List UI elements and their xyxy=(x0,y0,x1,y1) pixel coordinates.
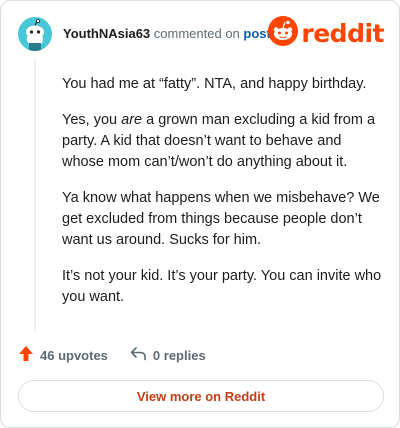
comment-paragraph: You had me at “fatty”. NTA, and happy bi… xyxy=(62,76,367,92)
comment-meta: YouthNAsia63 commented on post xyxy=(63,26,271,42)
comment-header: YouthNAsia63 commented on post reddit xyxy=(18,15,384,51)
upvote-count: 46 upvotes xyxy=(40,347,108,363)
comment-paragraph: It’s not your kid. It’s your party. You … xyxy=(62,268,382,305)
reply-button[interactable]: 0 replies xyxy=(130,346,206,364)
embedded-comment-card: YouthNAsia63 commented on post reddit Yo… xyxy=(0,0,400,428)
reddit-wordmark: reddit xyxy=(301,18,384,48)
comment-body: You had me at “fatty”. NTA, and happy bi… xyxy=(62,74,384,323)
reply-count: 0 replies xyxy=(152,347,206,363)
comment-actions: 46 upvotes 0 replies xyxy=(18,345,228,365)
post-link[interactable]: post xyxy=(243,26,270,41)
upvote-button[interactable]: 46 upvotes xyxy=(18,345,108,365)
emphasis-text: are xyxy=(121,112,143,128)
reddit-logo-icon xyxy=(268,15,299,51)
comment-paragraph: Ya know what happens when we misbehave? … xyxy=(62,190,380,248)
commented-on-label: commented on xyxy=(153,26,240,41)
thread-line xyxy=(34,59,36,331)
snoo-avatar-icon[interactable] xyxy=(18,17,52,51)
username-link[interactable]: YouthNAsia63 xyxy=(63,26,150,41)
reply-arrow-icon xyxy=(130,346,153,364)
view-more-on-reddit-button[interactable]: View more on Reddit xyxy=(18,380,384,412)
comment-paragraph: Yes, you are a grown man excluding a kid… xyxy=(62,112,376,170)
upvote-arrow-icon xyxy=(18,345,40,365)
reddit-logo[interactable]: reddit xyxy=(268,15,384,51)
